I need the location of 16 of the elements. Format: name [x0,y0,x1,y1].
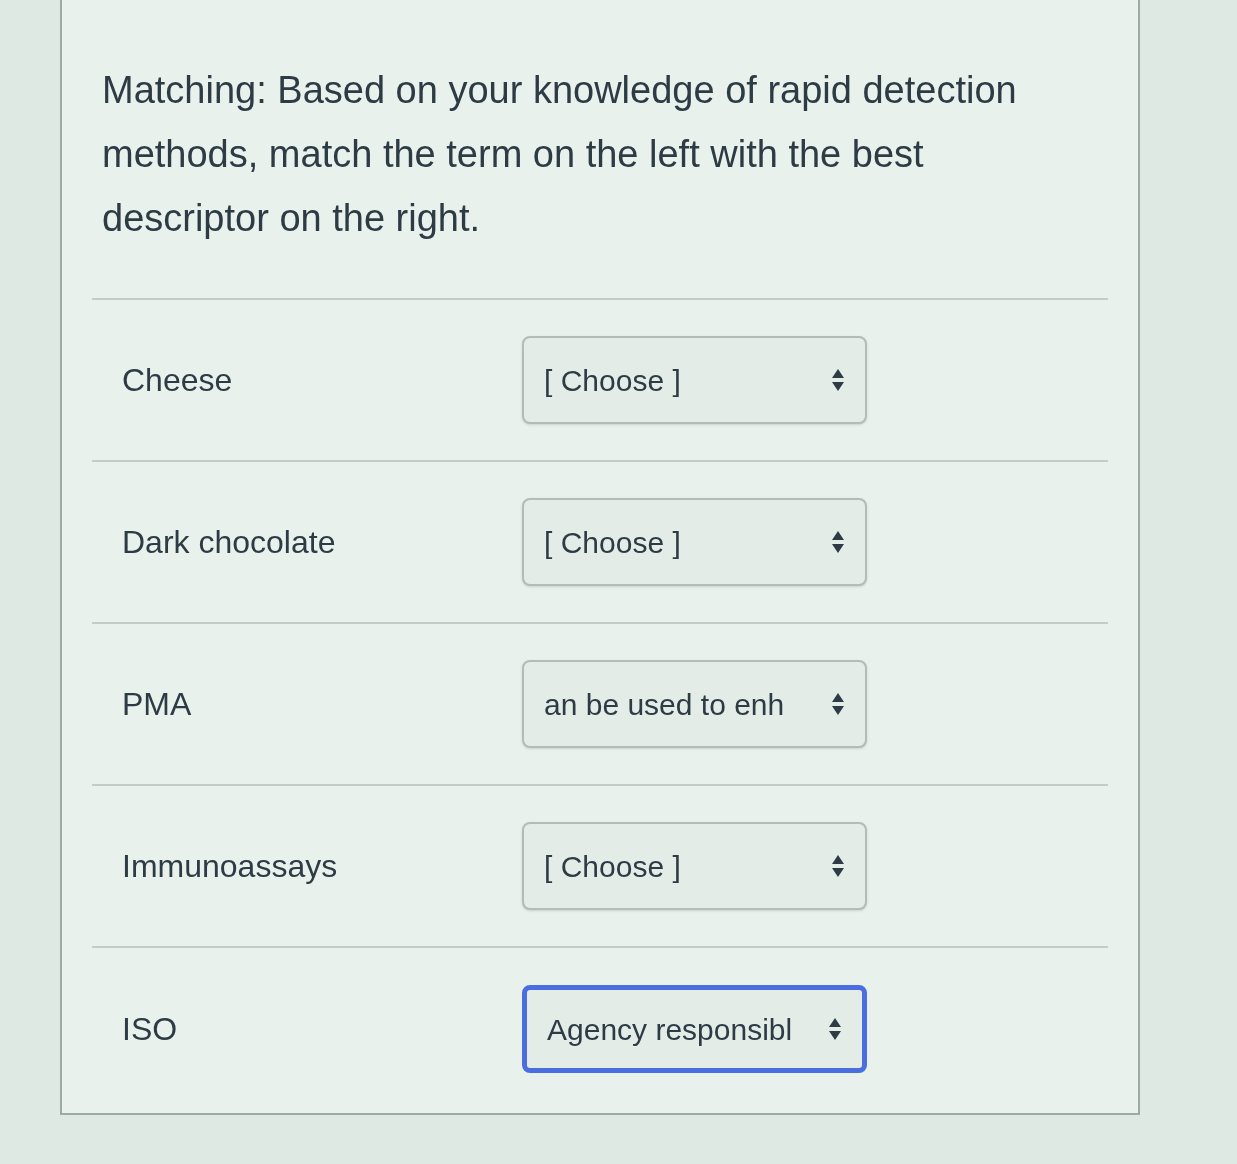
up-down-arrows-icon [828,1017,842,1041]
up-down-arrows-icon [831,368,845,392]
up-down-arrows-icon [831,530,845,554]
up-down-arrows-icon [831,692,845,716]
answer-dropdown[interactable]: [ Choose ] [522,498,867,586]
answer-dropdown[interactable]: an be used to enh [522,660,867,748]
answer-dropdown[interactable]: Agency responsibl [522,985,867,1073]
term-label: ISO [122,1010,179,1049]
term-label: PMA [122,685,193,724]
answer-dropdown[interactable]: [ Choose ] [522,822,867,910]
answer-dropdown[interactable]: [ Choose ] [522,336,867,424]
question-text: Matching: Based on your knowledge of rapid detection methods, match the term on the left with the best descriptor on the right. [101,68,1018,241]
up-down-arrows-icon [831,854,845,878]
term-label: Immunoassays [122,847,339,886]
term-label: Dark chocolate [122,523,337,562]
term-label: Cheese [122,361,234,400]
